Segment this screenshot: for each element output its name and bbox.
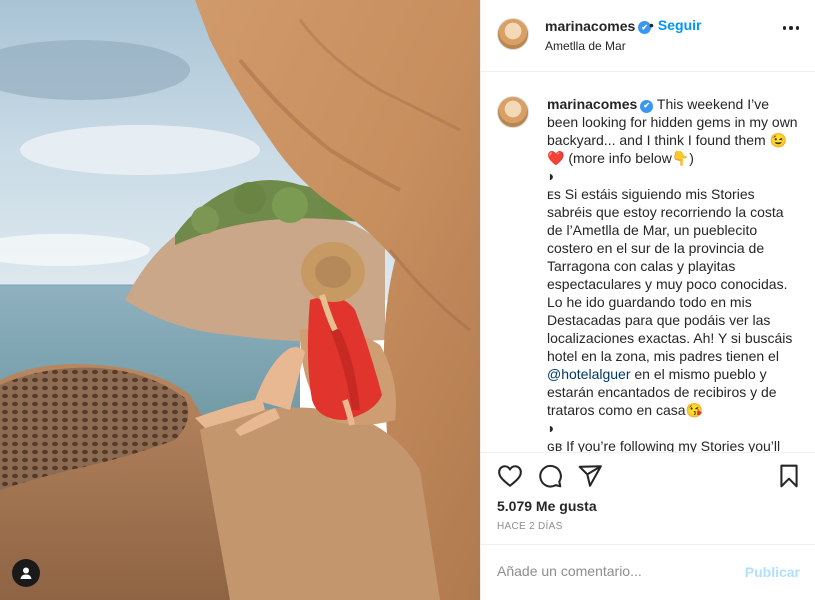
post-side-panel: marinacomes ✔ • Seguir Ametlla de Mar mari… [480, 0, 815, 600]
avatar[interactable] [497, 18, 529, 50]
user-tags-button[interactable] [12, 559, 40, 587]
caption-username[interactable]: marinacomes [547, 96, 637, 112]
post-caption: marinacomes ✔ This weekend I’ve been look… [547, 95, 799, 452]
action-bar [481, 452, 815, 494]
header-username[interactable]: marinacomes ✔ [545, 18, 652, 34]
post-timestamp[interactable]: HACE 2 DÍAS [497, 521, 563, 532]
comment-bar: Publicar [481, 544, 815, 600]
more-options-icon[interactable] [782, 26, 799, 30]
paper-plane-icon[interactable] [577, 463, 603, 489]
post-image [0, 0, 480, 600]
publish-button[interactable]: Publicar [745, 564, 800, 580]
caption-avatar[interactable] [497, 96, 529, 128]
follow-button[interactable]: • Seguir [649, 17, 701, 33]
heart-icon[interactable] [497, 463, 523, 489]
caption-text-1: This weekend I’ve been looking for hidde… [547, 96, 798, 364]
post-header: marinacomes ✔ • Seguir Ametlla de Mar [481, 0, 815, 72]
comment-input[interactable] [497, 563, 727, 579]
dot-separator: • [649, 17, 654, 33]
verified-badge-icon: ✔ [640, 99, 654, 113]
location-link[interactable]: Ametlla de Mar [545, 39, 626, 53]
likes-count[interactable]: 5.079 Me gusta [497, 498, 597, 514]
comment-icon[interactable] [537, 463, 563, 489]
user-tag-icon [20, 567, 32, 579]
caption-scroll-area[interactable]: marinacomes ✔ This weekend I’ve been look… [481, 72, 815, 452]
bookmark-icon[interactable] [776, 463, 802, 489]
mention-link[interactable]: @hotelalguer [547, 366, 631, 382]
post-photo[interactable] [0, 0, 480, 600]
